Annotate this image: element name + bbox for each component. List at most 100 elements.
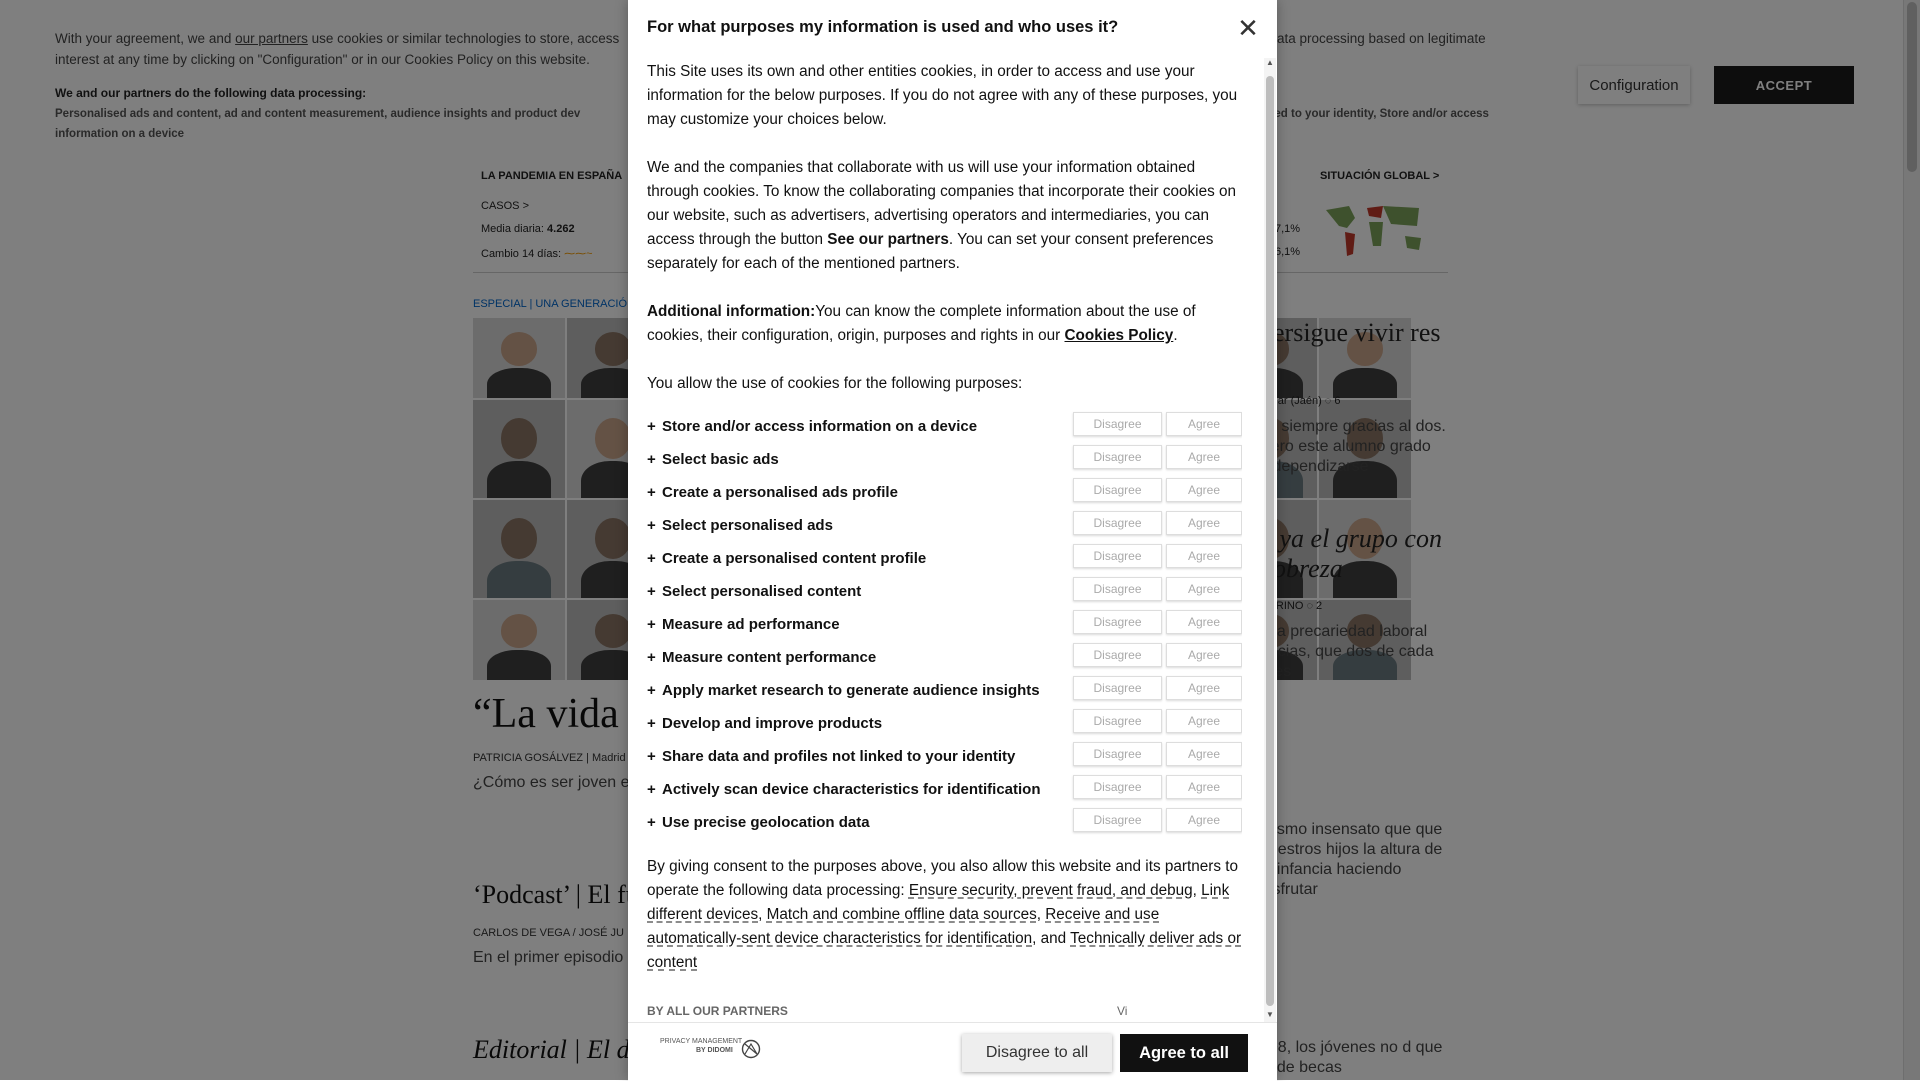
period: . <box>1173 327 1178 344</box>
plus-icon: + <box>647 451 656 468</box>
purpose-toggle[interactable]: + Apply market research to generate audie… <box>647 679 1040 703</box>
processing-security[interactable]: Ensure security, prevent fraud, and debu… <box>909 882 1193 899</box>
modal-body: This Site uses its own and other entitie… <box>647 60 1242 1022</box>
additional-info-label: Additional information: <box>647 303 816 320</box>
purpose-label: Measure ad performance <box>662 616 840 633</box>
didomi-logo: PRIVACY MANAGEMENT BY DIDOMI <box>660 1037 770 1063</box>
partners-row: BY ALL OUR PARTNERS Vi <box>647 999 1242 1019</box>
purpose-toggle[interactable]: + Measure ad performance <box>647 613 840 637</box>
scroll-down-icon[interactable]: ▼ <box>1264 1010 1276 1022</box>
plus-icon: + <box>647 517 656 534</box>
plus-icon: + <box>647 814 656 831</box>
purpose-label: Create a personalised content profile <box>662 550 927 567</box>
disagree-button[interactable]: Disagree <box>1073 577 1162 601</box>
disagree-button[interactable]: Disagree <box>1073 478 1162 502</box>
plus-icon: + <box>647 682 656 699</box>
agree-button[interactable]: Agree <box>1166 775 1242 799</box>
purpose-toggle[interactable]: + Actively scan device characteristics fo… <box>647 778 1041 802</box>
purpose-toggle[interactable]: + Develop and improve products <box>647 712 882 736</box>
agree-button[interactable]: Agree <box>1166 544 1242 568</box>
cookies-policy-link[interactable]: Cookies Policy <box>1065 327 1174 344</box>
agree-button[interactable]: Agree <box>1166 676 1242 700</box>
disagree-button[interactable]: Disagree <box>1073 544 1162 568</box>
disagree-button[interactable]: Disagree <box>1073 775 1162 799</box>
disagree-button[interactable]: Disagree <box>1073 676 1162 700</box>
purpose-row: + Select basic ads Disagree Agree <box>647 445 1242 478</box>
disagree-to-all-button[interactable]: Disagree to all <box>962 1034 1112 1072</box>
disagree-button[interactable]: Disagree <box>1073 412 1162 436</box>
plus-icon: + <box>647 484 656 501</box>
purpose-row: + Create a personalised ads profile Disag… <box>647 478 1242 511</box>
purpose-row: + Measure ad performance Disagree Agree <box>647 610 1242 643</box>
additional-info-paragraph: Additional information:You can know the … <box>647 300 1242 348</box>
didomi-icon <box>741 1039 761 1059</box>
purpose-label: Store and/or access information on a dev… <box>662 418 978 435</box>
intro-paragraph: This Site uses its own and other entitie… <box>647 63 1238 128</box>
close-icon[interactable]: ✕ <box>1234 14 1262 42</box>
view-partners-link[interactable]: Vi <box>1117 999 1127 1022</box>
purpose-row: + Store and/or access information on a de… <box>647 412 1242 445</box>
purpose-row: + Use precise geolocation data Disagree A… <box>647 808 1242 841</box>
partners-paragraph: We and the companies that collaborate wi… <box>647 156 1242 276</box>
purpose-toggle[interactable]: + Use precise geolocation data <box>647 811 870 835</box>
plus-icon: + <box>647 550 656 567</box>
purpose-toggle[interactable]: + Measure content performance <box>647 646 876 670</box>
purpose-toggle[interactable]: + Create a personalised content profile <box>647 547 926 571</box>
modal-scrollbar-thumb[interactable] <box>1266 76 1274 1006</box>
purpose-toggle[interactable]: + Store and/or access information on a de… <box>647 415 977 439</box>
purpose-toggle[interactable]: + Select personalised ads <box>647 514 833 538</box>
modal-scrollbar[interactable]: ▲ ▼ <box>1264 58 1276 1022</box>
purpose-label: Develop and improve products <box>662 715 883 732</box>
purpose-row: + Select personalised content Disagree Ag… <box>647 577 1242 610</box>
purpose-row: + Measure content performance Disagree Ag… <box>647 643 1242 676</box>
agree-button[interactable]: Agree <box>1166 709 1242 733</box>
agree-button[interactable]: Agree <box>1166 412 1242 436</box>
modal-footer: PRIVACY MANAGEMENT BY DIDOMI Disagree to… <box>628 1022 1277 1081</box>
purpose-toggle[interactable]: + Select personalised content <box>647 580 861 604</box>
purpose-toggle[interactable]: + Select basic ads <box>647 448 779 472</box>
disagree-button[interactable]: Disagree <box>1073 511 1162 535</box>
purpose-label: Apply market research to generate audien… <box>662 682 1040 699</box>
partners-label: BY ALL OUR PARTNERS <box>647 1004 788 1018</box>
agree-button[interactable]: Agree <box>1166 577 1242 601</box>
plus-icon: + <box>647 748 656 765</box>
purpose-row: + Select personalised ads Disagree Agree <box>647 511 1242 544</box>
purpose-row: + Share data and profiles not linked to y… <box>647 742 1242 775</box>
scroll-up-icon[interactable]: ▲ <box>1264 58 1276 70</box>
purpose-label: Share data and profiles not linked to yo… <box>662 748 1016 765</box>
disagree-button[interactable]: Disagree <box>1073 808 1162 832</box>
purpose-row: + Create a personalised content profile D… <box>647 544 1242 577</box>
plus-icon: + <box>647 649 656 666</box>
disagree-button[interactable]: Disagree <box>1073 643 1162 667</box>
comma: , <box>1192 882 1202 899</box>
agree-button[interactable]: Agree <box>1166 610 1242 634</box>
allow-purposes-text: You allow the use of cookies for the fol… <box>647 375 1023 392</box>
agree-button[interactable]: Agree <box>1166 478 1242 502</box>
disagree-button[interactable]: Disagree <box>1073 445 1162 469</box>
comma: , <box>758 906 767 923</box>
plus-icon: + <box>647 715 656 732</box>
purpose-label: Create a personalised ads profile <box>662 484 898 501</box>
comma: , <box>1036 906 1046 923</box>
agree-button[interactable]: Agree <box>1166 742 1242 766</box>
processing-match-offline[interactable]: Match and combine offline data sources <box>767 906 1037 923</box>
purpose-label: Select basic ads <box>662 451 779 468</box>
purpose-toggle[interactable]: + Create a personalised ads profile <box>647 481 898 505</box>
purpose-row: + Develop and improve products Disagree A… <box>647 709 1242 742</box>
modal-title: For what purposes my information is used… <box>647 18 1119 36</box>
disagree-button[interactable]: Disagree <box>1073 709 1162 733</box>
purpose-label: Select personalised content <box>662 583 862 600</box>
agree-button[interactable]: Agree <box>1166 445 1242 469</box>
purpose-label: Measure content performance <box>662 649 877 666</box>
agree-button[interactable]: Agree <box>1166 511 1242 535</box>
purpose-toggle[interactable]: + Share data and profiles not linked to y… <box>647 745 1015 769</box>
agree-to-all-button[interactable]: Agree to all <box>1120 1034 1248 1072</box>
agree-button[interactable]: Agree <box>1166 808 1242 832</box>
agree-button[interactable]: Agree <box>1166 643 1242 667</box>
plus-icon: + <box>647 781 656 798</box>
consent-paragraph: By giving consent to the purposes above,… <box>647 855 1242 975</box>
purpose-row: + Actively scan device characteristics fo… <box>647 775 1242 808</box>
disagree-button[interactable]: Disagree <box>1073 610 1162 634</box>
disagree-button[interactable]: Disagree <box>1073 742 1162 766</box>
purposes-list: + Store and/or access information on a de… <box>647 412 1242 841</box>
